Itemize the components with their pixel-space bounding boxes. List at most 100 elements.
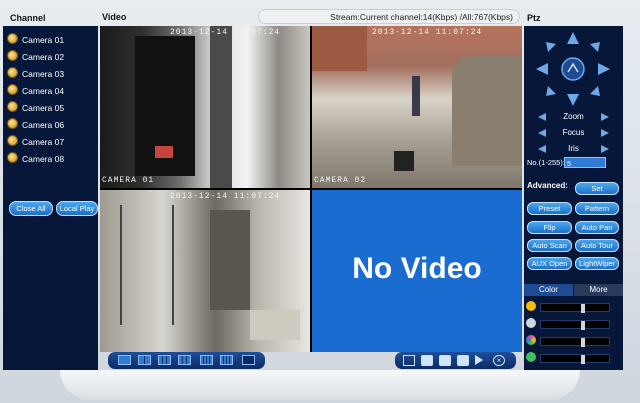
set-button[interactable]: Set <box>575 182 619 195</box>
camera-icon <box>7 101 18 112</box>
timestamp: 2013-12-14 11:07:24 <box>170 28 281 37</box>
channel-item[interactable]: Camera 02 <box>7 49 95 65</box>
channel-panel: Camera 01 Camera 02 Camera 03 Camera 04 … <box>3 26 98 370</box>
pattern-button[interactable]: Pattern <box>575 202 619 215</box>
preset-button[interactable]: Preset <box>527 202 572 215</box>
fullscreen-icon[interactable] <box>242 355 255 365</box>
pillar <box>210 210 250 310</box>
focus-label: Focus <box>562 128 585 137</box>
channel-label: Camera 03 <box>22 69 65 79</box>
worker <box>412 76 420 116</box>
video-tile-camera-01[interactable]: 2013-12-14 11:07:24 CAMERA 01 <box>100 26 310 188</box>
door-frame <box>210 26 232 188</box>
saturation-slider[interactable] <box>540 354 610 364</box>
zoom-in-icon[interactable] <box>601 113 609 121</box>
channel-item[interactable]: Camera 03 <box>7 66 95 82</box>
channel-label: Camera 08 <box>22 154 65 164</box>
playback-icon[interactable] <box>439 355 451 366</box>
scaffold <box>120 205 174 325</box>
down-arrow-icon <box>567 94 579 106</box>
camera-icon <box>7 84 18 95</box>
layout-16-icon[interactable] <box>220 355 233 365</box>
zoom-out-icon[interactable] <box>538 113 546 121</box>
tab-color[interactable]: Color <box>524 284 573 296</box>
saturation-slider-row <box>526 352 621 364</box>
zoom-row[interactable]: Zoom <box>524 110 623 124</box>
auto-scan-button[interactable]: Auto Scan <box>527 239 572 252</box>
speaker-icon[interactable] <box>475 355 483 365</box>
iris-close-icon[interactable] <box>538 145 546 153</box>
camera-icon <box>7 67 18 78</box>
cloth <box>394 151 414 171</box>
focus-far-icon[interactable] <box>601 129 609 137</box>
record-icon[interactable] <box>421 355 433 366</box>
slider-thumb[interactable] <box>581 321 585 330</box>
channel-item[interactable]: Camera 01 <box>7 32 95 48</box>
brightness-slider[interactable] <box>540 303 610 313</box>
image-tabs: Color More <box>524 284 623 296</box>
channel-item[interactable]: Camera 05 <box>7 100 95 116</box>
iris-open-icon[interactable] <box>601 145 609 153</box>
up-right-arrow-icon <box>590 42 600 52</box>
slider-thumb[interactable] <box>581 355 585 364</box>
local-play-button[interactable]: Local Play <box>56 201 98 216</box>
video-tile-camera-03[interactable]: 2013-12-14 11:07:24 <box>100 190 310 352</box>
channel-label: Camera 05 <box>22 103 65 113</box>
channel-title: Channel <box>10 13 46 23</box>
slider-thumb[interactable] <box>581 304 585 313</box>
hue-slider[interactable] <box>540 337 610 347</box>
debris-pile <box>452 56 522 166</box>
brightness-icon <box>526 301 536 311</box>
layout-6-icon[interactable] <box>158 355 171 365</box>
light-wiper-button[interactable]: LightWiper <box>575 257 619 270</box>
timestamp: 2013-12-14 11:07:24 <box>170 192 281 201</box>
camera-icon <box>7 152 18 163</box>
focus-near-icon[interactable] <box>538 129 546 137</box>
channel-item[interactable]: Camera 07 <box>7 134 95 150</box>
tab-more[interactable]: More <box>574 284 623 296</box>
video-tile-camera-02[interactable]: 2013-12-14 11:07:24 CAMERA 02 <box>312 26 522 188</box>
snapshot-icon[interactable] <box>403 355 415 366</box>
layout-9-icon[interactable] <box>200 355 213 365</box>
camera-snap-icon[interactable] <box>457 355 469 366</box>
timestamp: 2013-12-14 11:07:24 <box>372 28 483 37</box>
ptz-panel: Zoom Focus Iris No.(1-255): 5 Advanced: … <box>524 26 623 370</box>
camera-icon <box>7 50 18 61</box>
close-icon[interactable]: × <box>493 355 505 366</box>
preset-no-label: No.(1-255): <box>527 158 565 167</box>
contrast-slider[interactable] <box>540 320 610 330</box>
close-all-button[interactable]: Close All <box>9 201 53 216</box>
rubble <box>250 310 300 340</box>
aux-open-button[interactable]: AUX Open <box>527 257 572 270</box>
brick-wall <box>312 26 367 71</box>
video-title: Video <box>102 12 127 22</box>
layout-8-icon[interactable] <box>178 355 191 365</box>
auto-tour-button[interactable]: Auto Tour <box>575 239 619 252</box>
channel-label: Camera 07 <box>22 137 65 147</box>
iris-row[interactable]: Iris <box>524 142 623 156</box>
camera-label: CAMERA 01 <box>102 176 155 185</box>
flip-button[interactable]: Flip <box>527 221 572 234</box>
left-arrow-icon <box>536 63 548 75</box>
channel-item[interactable]: Camera 06 <box>7 117 95 133</box>
layout-1-icon[interactable] <box>118 355 131 365</box>
focus-row[interactable]: Focus <box>524 126 623 140</box>
contrast-icon <box>526 318 536 328</box>
camera-icon <box>7 135 18 146</box>
slider-thumb[interactable] <box>581 338 585 347</box>
channel-item[interactable]: Camera 04 <box>7 83 95 99</box>
video-tile-empty[interactable]: No Video <box>312 190 522 352</box>
ptz-direction-pad[interactable] <box>534 30 612 108</box>
bottom-decoration <box>60 370 580 400</box>
zoom-label: Zoom <box>563 112 584 121</box>
contrast-slider-row <box>526 318 621 330</box>
preset-number-input[interactable]: 5 <box>564 157 606 168</box>
saturation-icon <box>526 352 536 362</box>
down-left-arrow-icon <box>546 86 556 96</box>
channel-item[interactable]: Camera 08 <box>7 151 95 167</box>
layout-4-icon[interactable] <box>138 355 151 365</box>
auto-pan-button[interactable]: Auto Pan <box>575 221 619 234</box>
up-left-arrow-icon <box>546 42 556 52</box>
no-video-label: No Video <box>352 252 482 285</box>
camera-label: CAMERA 02 <box>314 176 367 185</box>
